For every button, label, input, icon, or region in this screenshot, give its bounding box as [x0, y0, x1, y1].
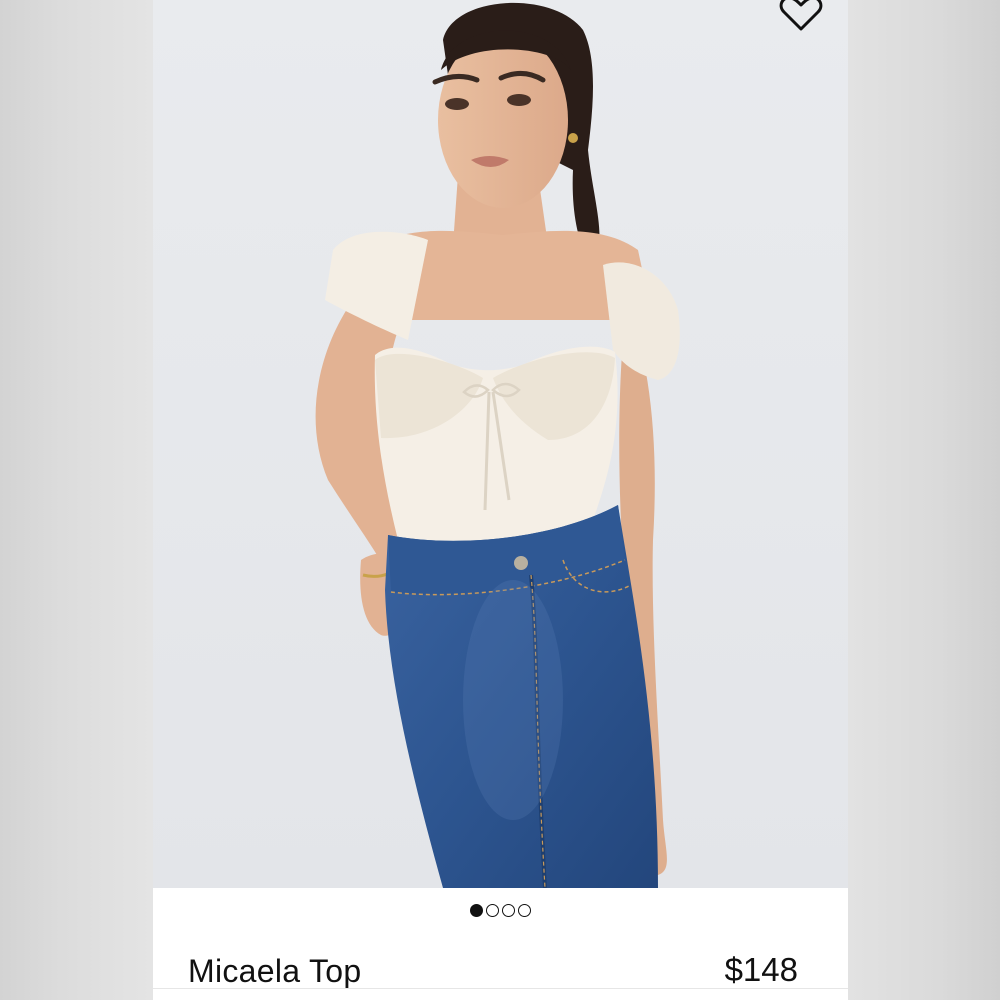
product-info: Micaela Top $148	[153, 945, 848, 1000]
carousel-dot[interactable]	[502, 903, 515, 917]
model-illustration	[153, 0, 848, 888]
product-card: Micaela Top $148	[153, 0, 848, 1000]
divider	[153, 988, 848, 989]
right-backdrop	[848, 0, 1000, 1000]
product-name: Micaela Top	[188, 953, 362, 989]
product-image[interactable]	[153, 0, 848, 888]
carousel-dot[interactable]	[470, 903, 483, 917]
product-price: $148	[724, 951, 798, 988]
wishlist-button[interactable]	[773, 0, 829, 34]
heart-outline-icon	[779, 0, 823, 31]
carousel-dot[interactable]	[486, 903, 499, 917]
left-backdrop	[0, 0, 153, 1000]
image-carousel-indicator	[153, 899, 848, 921]
carousel-dot[interactable]	[518, 903, 531, 917]
